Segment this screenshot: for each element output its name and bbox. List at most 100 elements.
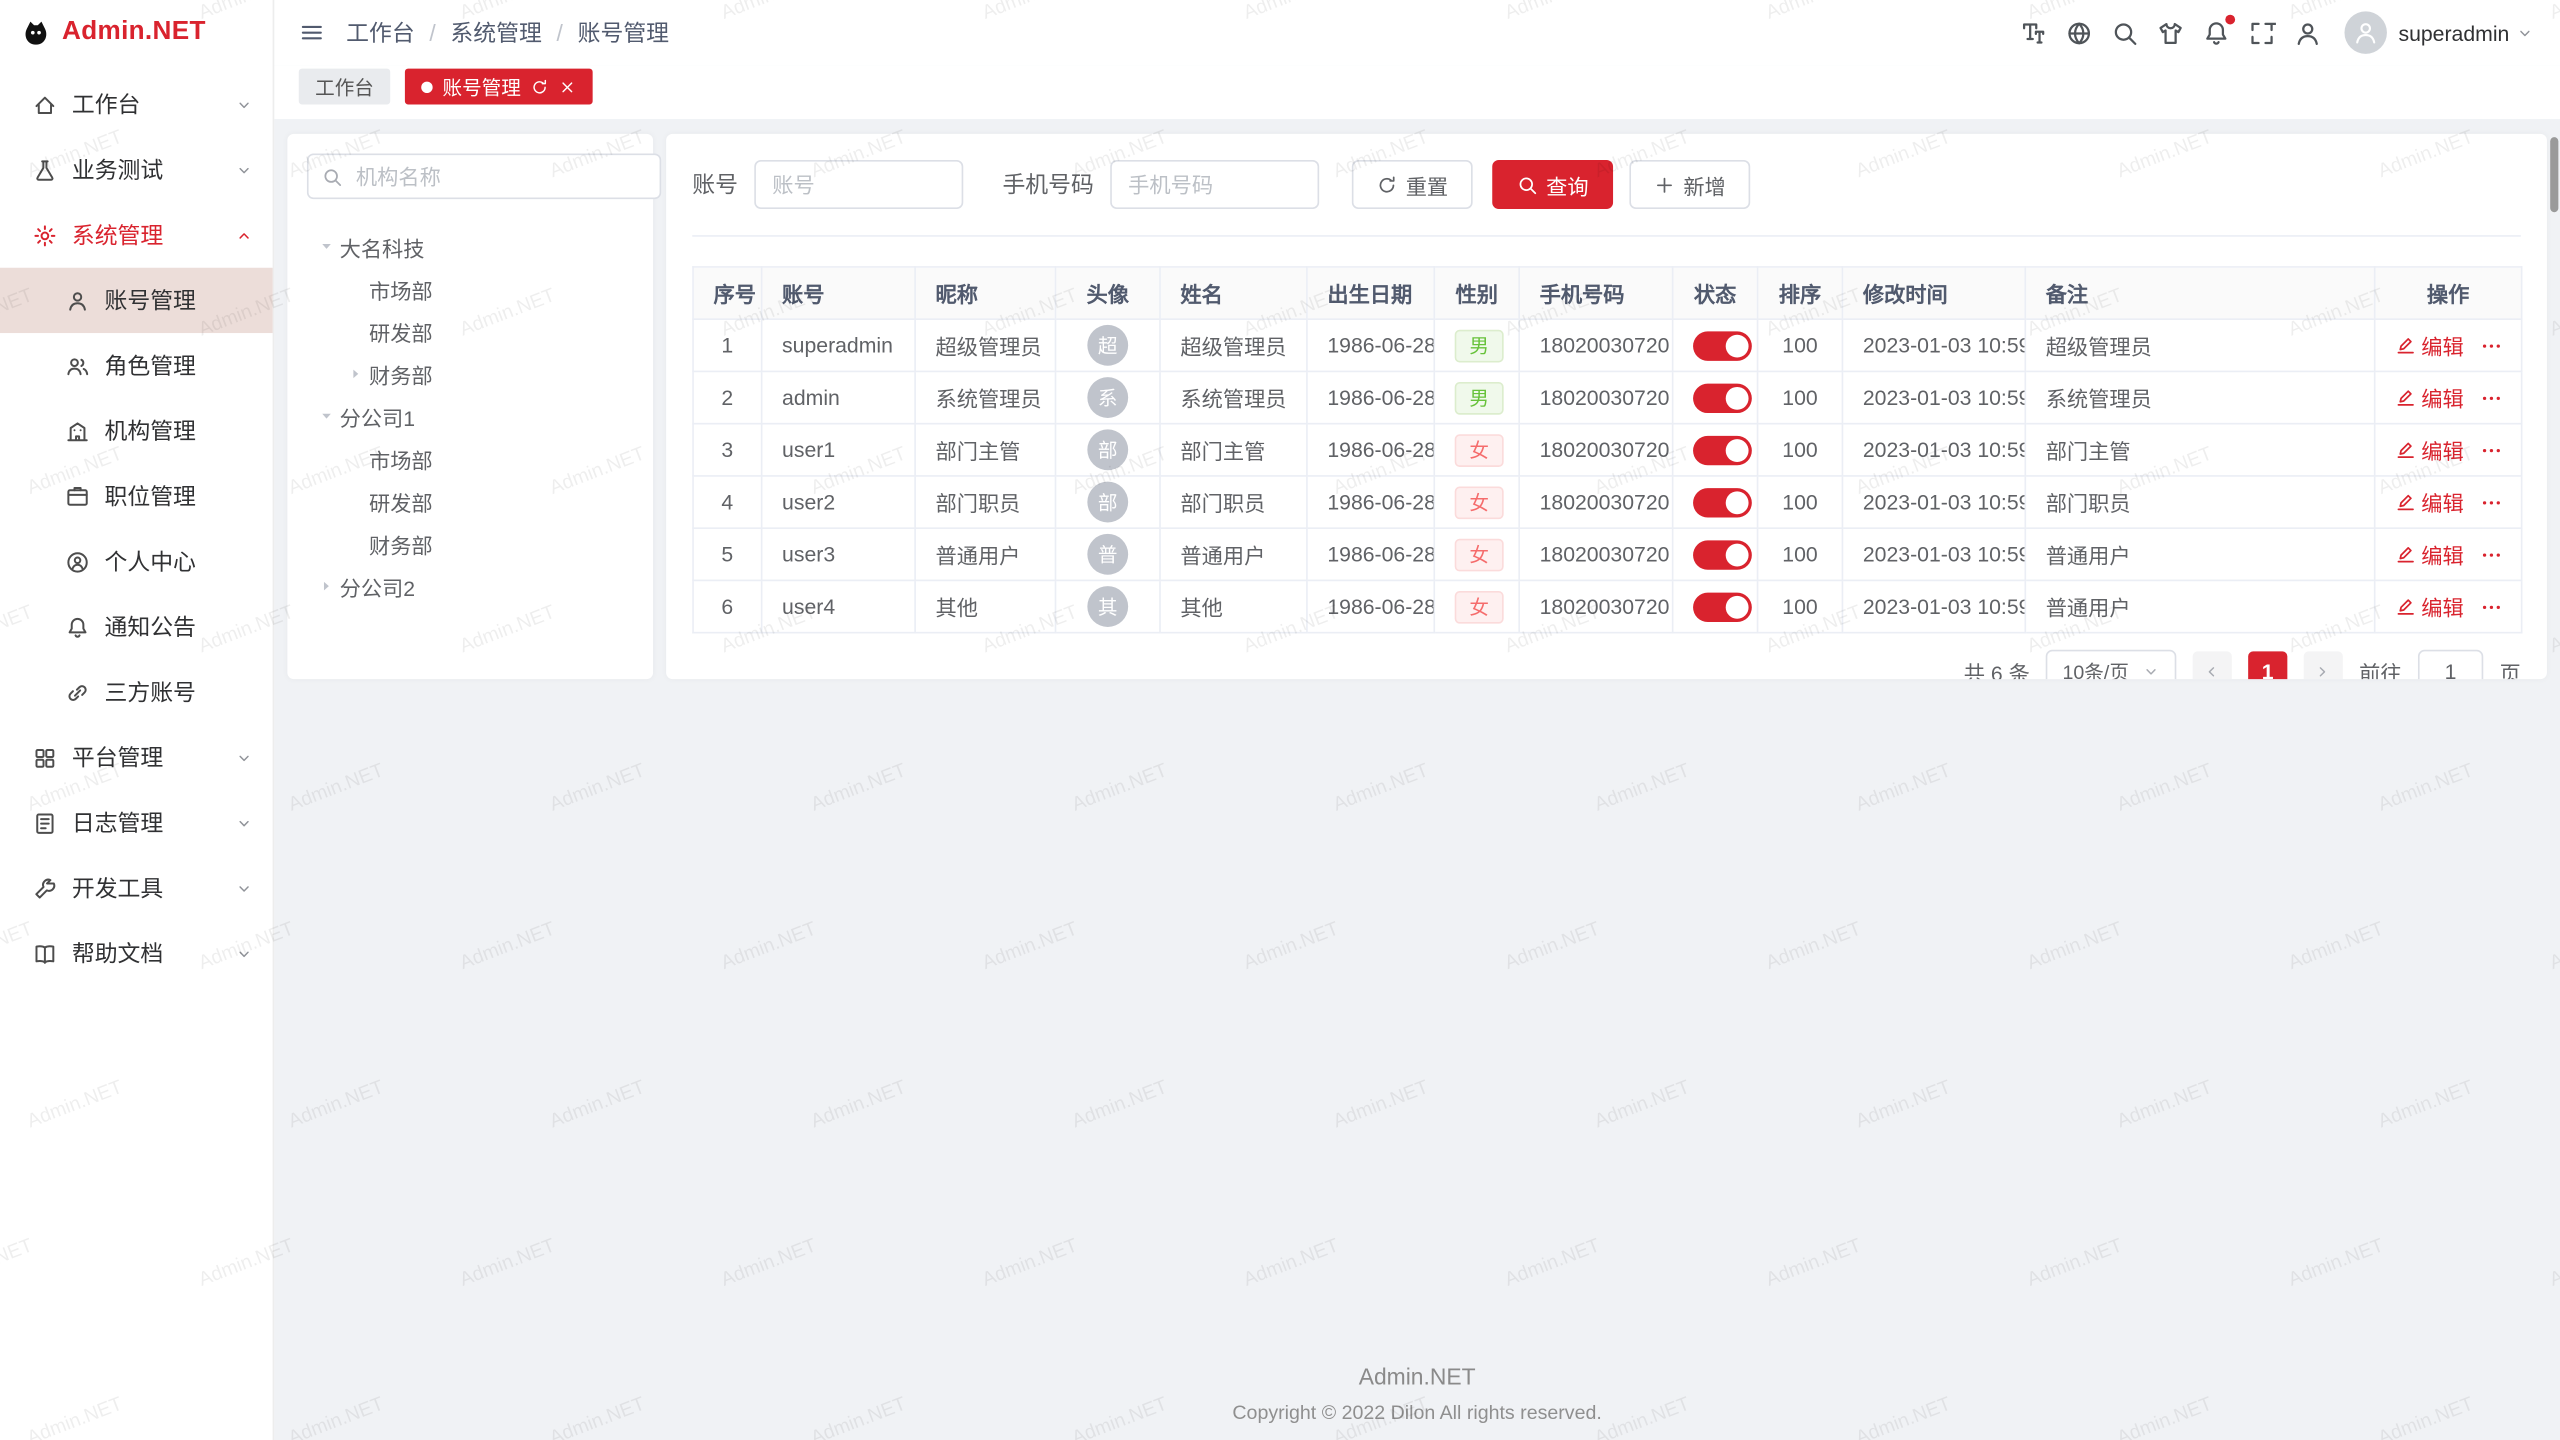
phone-filter-input[interactable] — [1110, 160, 1319, 209]
caret-down-icon[interactable] — [313, 403, 339, 429]
close-icon[interactable] — [558, 78, 576, 96]
edit-button[interactable]: 编辑 — [2395, 330, 2464, 361]
language-icon[interactable] — [2065, 19, 2093, 47]
edit-button[interactable]: 编辑 — [2395, 382, 2464, 413]
tree-node[interactable]: 研发部 — [307, 480, 634, 522]
username[interactable]: superadmin — [2398, 20, 2509, 44]
cell-gender: 女 — [1434, 476, 1519, 528]
edit-button[interactable]: 编辑 — [2395, 539, 2464, 570]
cell-nickname: 其他 — [915, 580, 1055, 632]
scrollbar-thumb[interactable] — [2550, 137, 2558, 212]
sidebar-item-help-docs[interactable]: 帮助文档 — [0, 921, 273, 986]
page-size-select[interactable]: 10条/页 — [2046, 650, 2176, 679]
row-more-button[interactable] — [2480, 543, 2503, 566]
cell-actions: 编辑 — [2375, 424, 2522, 476]
footer: Admin.NET Copyright © 2022 Dilon All rig… — [274, 1363, 2560, 1423]
edit-button[interactable]: 编辑 — [2395, 487, 2464, 518]
edit-button[interactable]: 编辑 — [2395, 434, 2464, 465]
column-header: 出生日期 — [1307, 267, 1434, 319]
status-toggle[interactable] — [1693, 592, 1752, 621]
cell-birthdate: 1986-06-28 — [1307, 580, 1434, 632]
row-more-button[interactable] — [2480, 491, 2503, 514]
cell-remark: 系统管理员 — [2025, 371, 2374, 423]
sidebar-item-system-management[interactable]: 系统管理 — [0, 202, 273, 267]
tab-label: 工作台 — [315, 73, 374, 101]
tree-node-label: 财务部 — [369, 358, 433, 389]
user-avatar[interactable] — [2345, 11, 2387, 53]
caret-right-icon[interactable] — [313, 573, 339, 599]
page-number-button[interactable]: 1 — [2248, 651, 2287, 679]
sidebar-item-account[interactable]: 账号管理 — [0, 268, 273, 333]
search-button[interactable]: 查询 — [1492, 160, 1613, 209]
org-search-input[interactable] — [353, 162, 647, 190]
add-button[interactable]: 新增 — [1629, 160, 1750, 209]
cell-phone: 18020030720 — [1519, 476, 1672, 528]
pagination: 共 6 条 10条/页 1 前往 页 — [692, 633, 2521, 679]
refresh-icon[interactable] — [531, 78, 549, 96]
row-more-button[interactable] — [2480, 595, 2503, 618]
breadcrumb-item-workbench[interactable]: 工作台 — [346, 16, 415, 49]
tree-node[interactable]: 财务部 — [307, 522, 634, 564]
theme-icon[interactable] — [2157, 19, 2185, 47]
edit-button[interactable]: 编辑 — [2395, 591, 2464, 622]
next-page-button[interactable] — [2304, 651, 2343, 679]
gear-icon — [33, 223, 57, 247]
sidebar-item-org[interactable]: 机构管理 — [0, 398, 273, 463]
reset-button[interactable]: 重置 — [1352, 160, 1473, 209]
prev-page-button[interactable] — [2193, 651, 2232, 679]
tree-node[interactable]: 分公司1 — [307, 395, 634, 437]
status-toggle[interactable] — [1693, 540, 1752, 569]
caret-right-icon[interactable] — [343, 361, 369, 387]
tree-node[interactable]: 分公司2 — [307, 565, 634, 607]
tree-node[interactable]: 研发部 — [307, 310, 634, 352]
sidebar-item-workbench[interactable]: 工作台 — [0, 72, 273, 137]
goto-page-input[interactable] — [2418, 650, 2483, 679]
account-icon[interactable] — [2294, 19, 2322, 47]
sidebar-item-profile[interactable]: 个人中心 — [0, 529, 273, 594]
notification-bell-icon[interactable] — [2203, 19, 2231, 47]
search-icon[interactable] — [2111, 19, 2139, 47]
fullscreen-icon[interactable] — [2248, 19, 2276, 47]
tab-account-management[interactable]: 账号管理 — [405, 69, 593, 105]
font-size-icon[interactable] — [2020, 19, 2048, 47]
status-toggle[interactable] — [1693, 435, 1752, 464]
sidebar-item-position[interactable]: 职位管理 — [0, 464, 273, 529]
cell-no: 2 — [693, 371, 762, 423]
row-more-button[interactable] — [2480, 334, 2503, 357]
test-icon — [33, 158, 57, 182]
cell-status — [1673, 371, 1758, 423]
toggle-knob — [1726, 491, 1749, 514]
cell-nickname: 部门主管 — [915, 424, 1055, 476]
caret-down-icon[interactable] — [313, 233, 339, 259]
breadcrumb-item-account: 账号管理 — [578, 16, 669, 49]
sidebar-item-third-party[interactable]: 三方账号 — [0, 660, 273, 725]
cell-phone: 18020030720 — [1519, 528, 1672, 580]
account-filter-input[interactable] — [754, 160, 963, 209]
tree-node-label: 分公司1 — [340, 401, 415, 432]
chevron-down-icon[interactable] — [2516, 24, 2534, 42]
tab-workbench[interactable]: 工作台 — [299, 69, 390, 105]
logo[interactable]: Admin.NET — [0, 0, 273, 65]
cell-account: user3 — [762, 528, 915, 580]
sidebar-item-platform[interactable]: 平台管理 — [0, 725, 273, 790]
tree-node[interactable]: 市场部 — [307, 268, 634, 310]
row-more-button[interactable] — [2480, 386, 2503, 409]
logo-text: Admin.NET — [62, 18, 206, 47]
content: 大名科技市场部研发部财务部分公司1市场部研发部财务部分公司2 账号 手机号码 重… — [274, 119, 2560, 1440]
sidebar-item-dev-tools[interactable]: 开发工具 — [0, 856, 273, 921]
menu-toggle-icon[interactable] — [299, 20, 325, 46]
tree-node[interactable]: 大名科技 — [307, 225, 634, 267]
cell-actions: 编辑 — [2375, 580, 2522, 632]
tree-node[interactable]: 市场部 — [307, 438, 634, 480]
breadcrumb-item-system[interactable]: 系统管理 — [450, 16, 541, 49]
sidebar-item-notice[interactable]: 通知公告 — [0, 594, 273, 659]
status-toggle[interactable] — [1693, 383, 1752, 412]
sidebar-item-role[interactable]: 角色管理 — [0, 333, 273, 398]
edit-icon — [2395, 439, 2416, 460]
row-more-button[interactable] — [2480, 438, 2503, 461]
status-toggle[interactable] — [1693, 331, 1752, 360]
tree-node[interactable]: 财务部 — [307, 353, 634, 395]
sidebar-item-log[interactable]: 日志管理 — [0, 790, 273, 855]
status-toggle[interactable] — [1693, 487, 1752, 516]
sidebar-item-business-test[interactable]: 业务测试 — [0, 137, 273, 202]
